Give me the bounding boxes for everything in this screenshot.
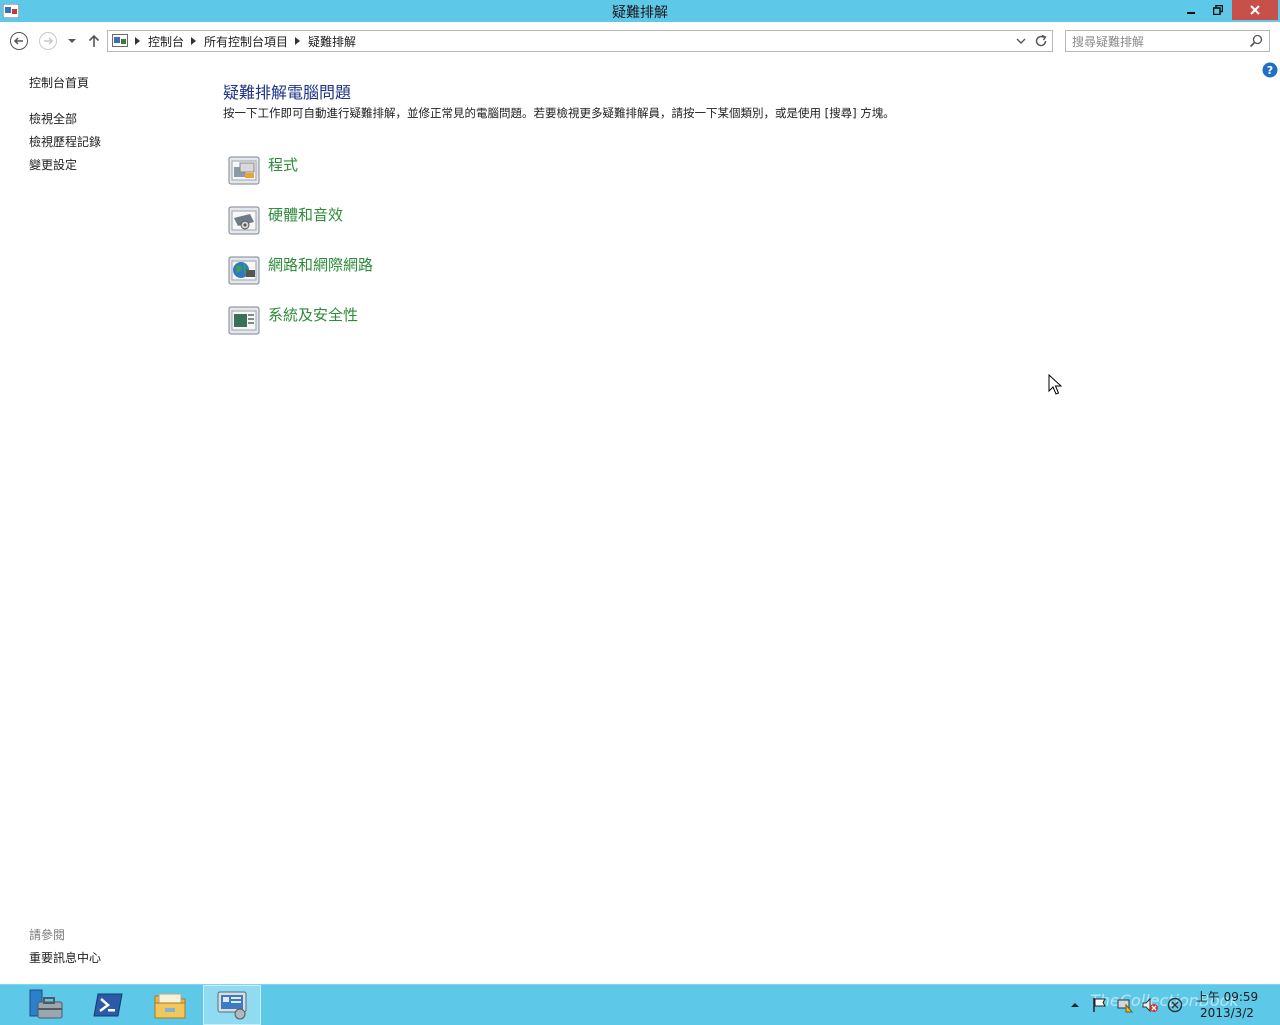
clock-date: 2013/3/2 (1200, 1006, 1254, 1020)
category-network-internet[interactable]: 網路和網際網路 (228, 254, 373, 286)
breadcrumb-separator-icon[interactable] (191, 37, 197, 45)
category-programs-label[interactable]: 程式 (268, 154, 298, 175)
system-security-icon (228, 306, 260, 335)
forward-button[interactable] (38, 31, 58, 51)
breadcrumb-separator-icon[interactable] (135, 37, 140, 45)
view-all-link[interactable]: 檢視全部 (29, 110, 77, 127)
main-description: 按一下工作即可自動進行疑難排解，並修正常見的電腦問題。若要檢視更多疑難排解員，請… (223, 106, 895, 120)
powershell-icon (93, 993, 123, 1017)
server-manager-icon (29, 989, 63, 1019)
window-title: 疑難排解 (612, 5, 668, 21)
control-panel-location-icon (112, 34, 128, 47)
see-also-heading: 請參閱 (29, 928, 66, 942)
view-history-link[interactable]: 檢視歷程記錄 (29, 133, 101, 150)
network-internet-icon (228, 256, 260, 285)
back-button[interactable] (9, 31, 29, 51)
clock-time: 上午 09:59 (1195, 990, 1259, 1004)
control-panel-home-link[interactable]: 控制台首頁 (29, 74, 89, 91)
action-center-link[interactable]: 重要訊息中心 (29, 949, 101, 966)
back-arrow-icon (10, 32, 28, 50)
taskbar-control-panel[interactable] (203, 985, 261, 1025)
address-dropdown-icon[interactable] (1016, 37, 1026, 45)
breadcrumb-all-items[interactable]: 所有控制台項目 (204, 33, 288, 50)
clock[interactable]: 上午 09:59 2013/3/2 (1192, 989, 1262, 1021)
help-icon[interactable]: ? (1262, 62, 1278, 78)
svg-text:?: ? (1267, 64, 1273, 77)
up-button[interactable] (86, 32, 102, 50)
main-title: 疑難排解電腦問題 (223, 83, 352, 102)
category-hardware-sound-label[interactable]: 硬體和音效 (268, 204, 343, 225)
taskbar-file-explorer[interactable] (142, 985, 198, 1025)
category-programs[interactable]: 程式 (228, 154, 298, 186)
chevron-down-icon (68, 39, 76, 43)
programs-icon (228, 156, 260, 185)
breadcrumb-troubleshooting[interactable]: 疑難排解 (308, 33, 356, 50)
category-system-security[interactable]: 系統及安全性 (228, 304, 358, 336)
taskbar-server-manager[interactable] (18, 985, 74, 1025)
refresh-icon[interactable] (1034, 34, 1048, 48)
network-warning-icon[interactable] (1117, 997, 1133, 1013)
forward-arrow-icon (39, 32, 57, 50)
hardware-sound-icon (228, 206, 260, 235)
minimize-icon (1187, 12, 1195, 14)
volume-muted-icon[interactable] (1141, 997, 1159, 1013)
breadcrumb-separator-icon[interactable] (295, 37, 301, 45)
change-settings-link[interactable]: 變更設定 (29, 156, 77, 173)
close-icon (1250, 5, 1260, 15)
restore-button[interactable] (1205, 0, 1231, 20)
category-hardware-sound[interactable]: 硬體和音效 (228, 204, 343, 236)
title-bar[interactable]: 疑難排解 (0, 0, 1280, 22)
address-bar[interactable]: 控制台 所有控制台項目 疑難排解 (107, 30, 1053, 52)
minimize-button[interactable] (1178, 0, 1204, 20)
search-input[interactable] (1066, 31, 1244, 53)
navigation-bar: 控制台 所有控制台項目 疑難排解 (0, 22, 1280, 60)
system-tray (1070, 985, 1183, 1025)
restore-icon (1213, 5, 1223, 15)
control-panel-icon (217, 991, 247, 1020)
file-explorer-icon (154, 993, 186, 1019)
show-hidden-icons-icon[interactable] (1070, 1001, 1080, 1009)
category-system-security-label[interactable]: 系統及安全性 (268, 304, 358, 325)
search-box[interactable] (1065, 30, 1270, 53)
mouse-cursor-icon (1048, 374, 1062, 395)
taskbar-powershell[interactable] (80, 985, 136, 1025)
category-network-internet-label[interactable]: 網路和網際網路 (268, 254, 373, 275)
breadcrumb-control-panel[interactable]: 控制台 (148, 33, 184, 50)
up-arrow-icon (88, 34, 100, 47)
search-icon[interactable] (1249, 34, 1263, 48)
network-status-icon[interactable] (1167, 997, 1183, 1013)
recent-locations-button[interactable] (66, 36, 78, 46)
taskbar: TheCollectionBook 上午 09:59 2013/3/2 (0, 984, 1280, 1025)
close-button[interactable] (1232, 0, 1278, 20)
flag-action-center-icon[interactable] (1092, 997, 1108, 1013)
